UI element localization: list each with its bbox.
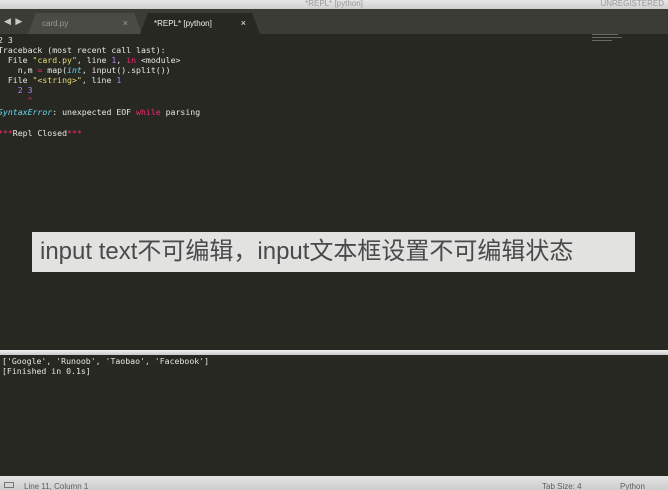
editor-pane[interactable]: 2 3 Traceback (most recent call last): F… (0, 34, 668, 350)
code-line: 2 3 (0, 85, 33, 95)
output-line: [Finished in 0.1s] (2, 366, 91, 376)
code-line: ^ (0, 95, 33, 105)
panel-toggle-icon[interactable] (4, 482, 14, 488)
output-panel[interactable]: ['Google', 'Runoob', 'Taobao', 'Facebook… (0, 355, 668, 476)
watermark-banner: input text不可编辑，input文本框设置不可编辑状态 (32, 232, 635, 272)
cursor-position: Line 11, Column 1 (24, 482, 89, 490)
close-icon[interactable]: × (241, 13, 246, 34)
tab-label: card.py (42, 19, 69, 28)
code-line: File "<string>", line 1 (0, 75, 122, 85)
code-line: File "card.py", line 1, in <module> (0, 55, 181, 65)
code-line: n,m = map(int, input().split()) (0, 65, 171, 75)
tab-card-py[interactable]: card.py × (28, 13, 142, 34)
output-line: ['Google', 'Runoob', 'Taobao', 'Facebook… (2, 356, 210, 366)
code-line: SyntaxError: unexpected EOF while parsin… (0, 107, 201, 117)
syntax-selector[interactable]: Python (620, 476, 645, 490)
tab-repl-python[interactable]: *REPL* [python] × (140, 13, 260, 34)
close-icon[interactable]: × (123, 13, 128, 34)
status-bar: Line 11, Column 1 Tab Size: 4 Python (0, 476, 668, 490)
registration-status: UNREGISTERED (600, 0, 664, 8)
code-line: Traceback (most recent call last): (0, 45, 166, 55)
minimap[interactable] (592, 34, 632, 48)
tab-bar: ◀ ▶ card.py × *REPL* [python] × (0, 9, 668, 34)
code-line: 2 3 (0, 35, 13, 45)
code-line: ***Repl Closed*** (0, 128, 82, 138)
tab-nav-arrows-icon[interactable]: ◀ ▶ (4, 16, 23, 27)
tab-size-selector[interactable]: Tab Size: 4 (542, 476, 582, 490)
title-bar: *REPL* [python] UNREGISTERED (0, 0, 668, 9)
tab-label: *REPL* [python] (154, 19, 212, 28)
window-title: *REPL* [python] (305, 0, 363, 8)
